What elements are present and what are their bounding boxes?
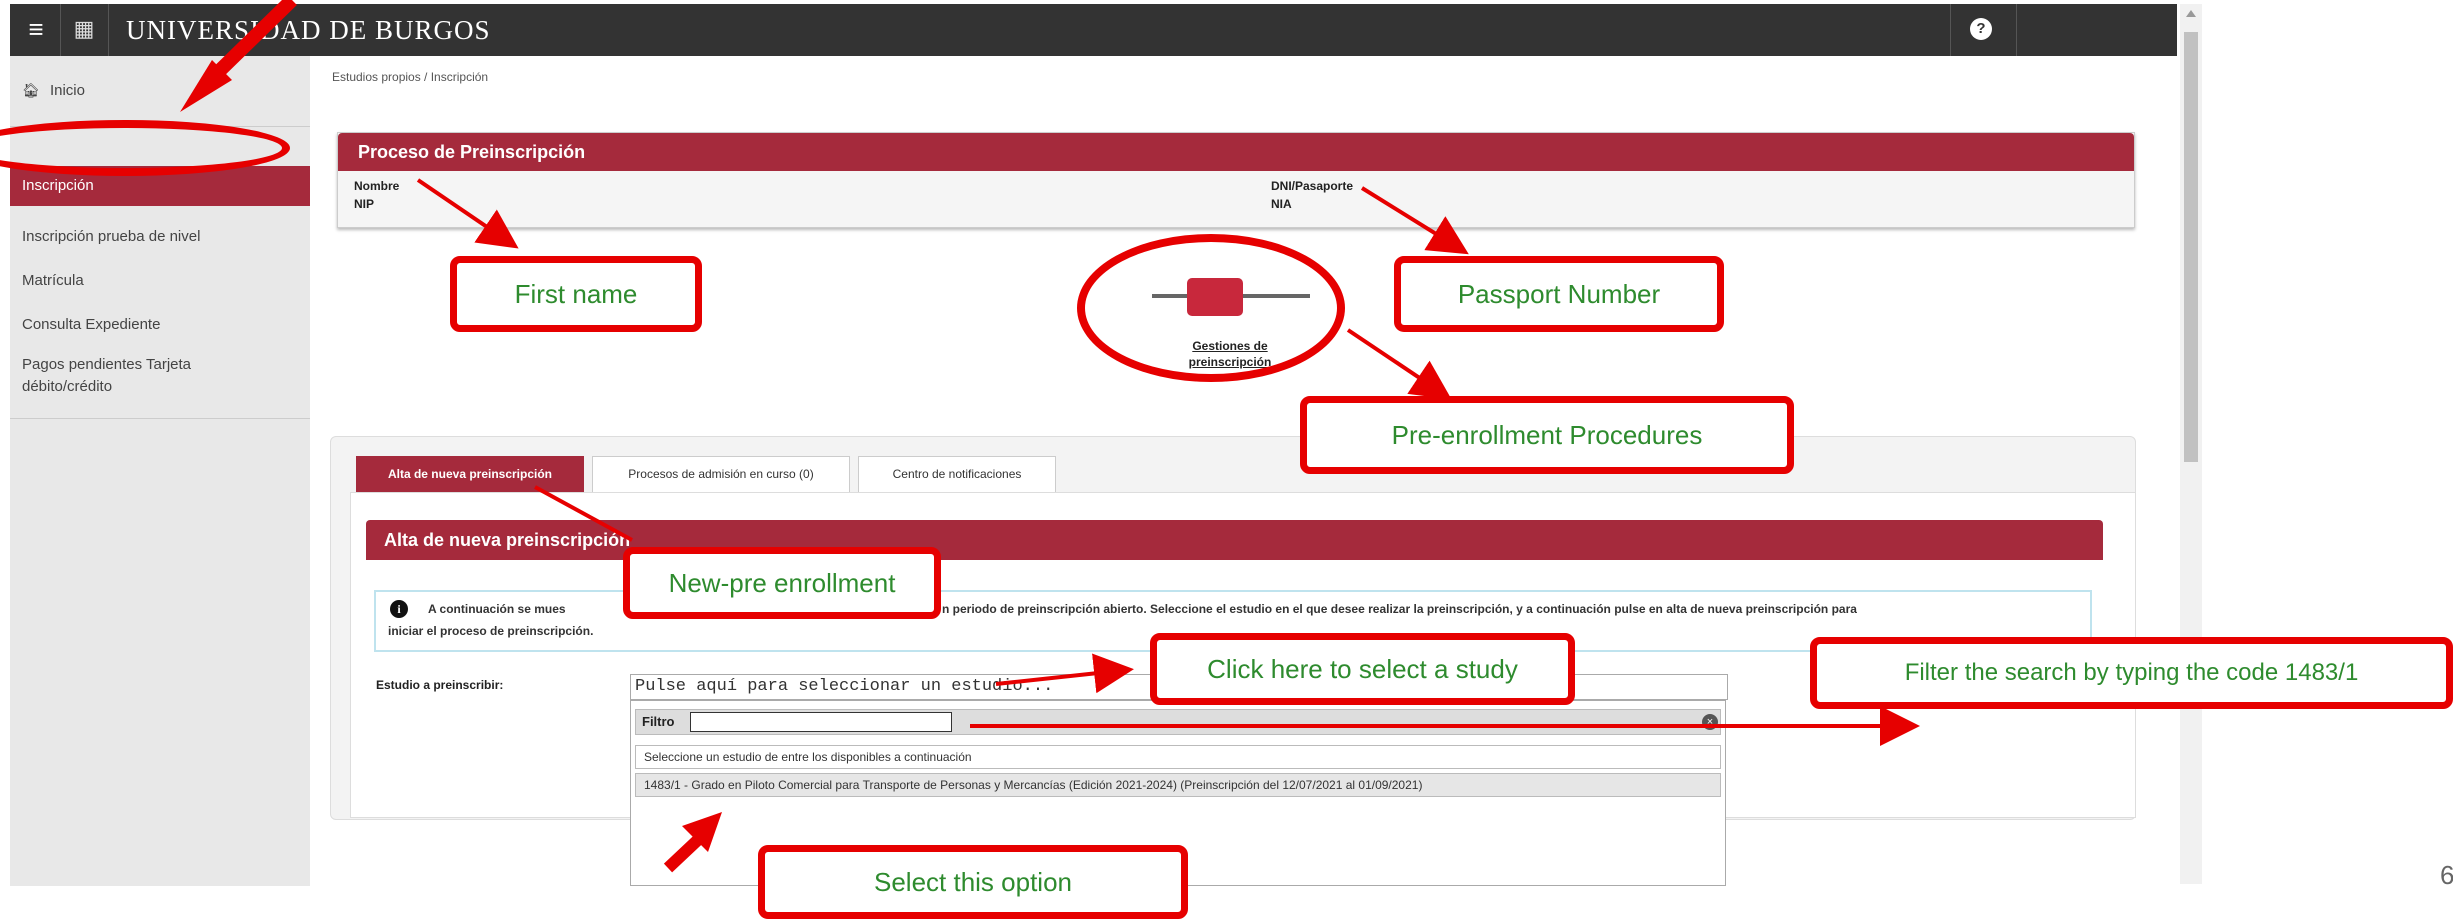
page-number: 6 bbox=[2440, 860, 2453, 890]
callout-select-option: Select this option bbox=[758, 845, 1188, 919]
arrow-select-option bbox=[663, 812, 722, 873]
callout-first-name: First name bbox=[450, 256, 702, 332]
arrow-first-name bbox=[416, 178, 519, 249]
highlight-ellipse-gestiones bbox=[1077, 234, 1345, 382]
arrow-to-inscripcion bbox=[180, 0, 297, 112]
annotation-arrows bbox=[180, 0, 1920, 873]
callout-pre-enrollment: Pre-enrollment Procedures bbox=[1300, 396, 1794, 474]
callout-new-pre-enrollment: New-pre enrollment bbox=[623, 547, 941, 619]
arrow-gestiones bbox=[1346, 328, 1452, 400]
callout-click-here: Click here to select a study bbox=[1150, 633, 1575, 705]
arrow-new-pre bbox=[534, 485, 633, 542]
arrow-click-here bbox=[995, 653, 1134, 694]
callout-filter-search: Filter the search by typing the code 148… bbox=[1810, 637, 2453, 709]
callout-passport-number: Passport Number bbox=[1394, 256, 1724, 332]
arrow-passport bbox=[1360, 186, 1469, 255]
